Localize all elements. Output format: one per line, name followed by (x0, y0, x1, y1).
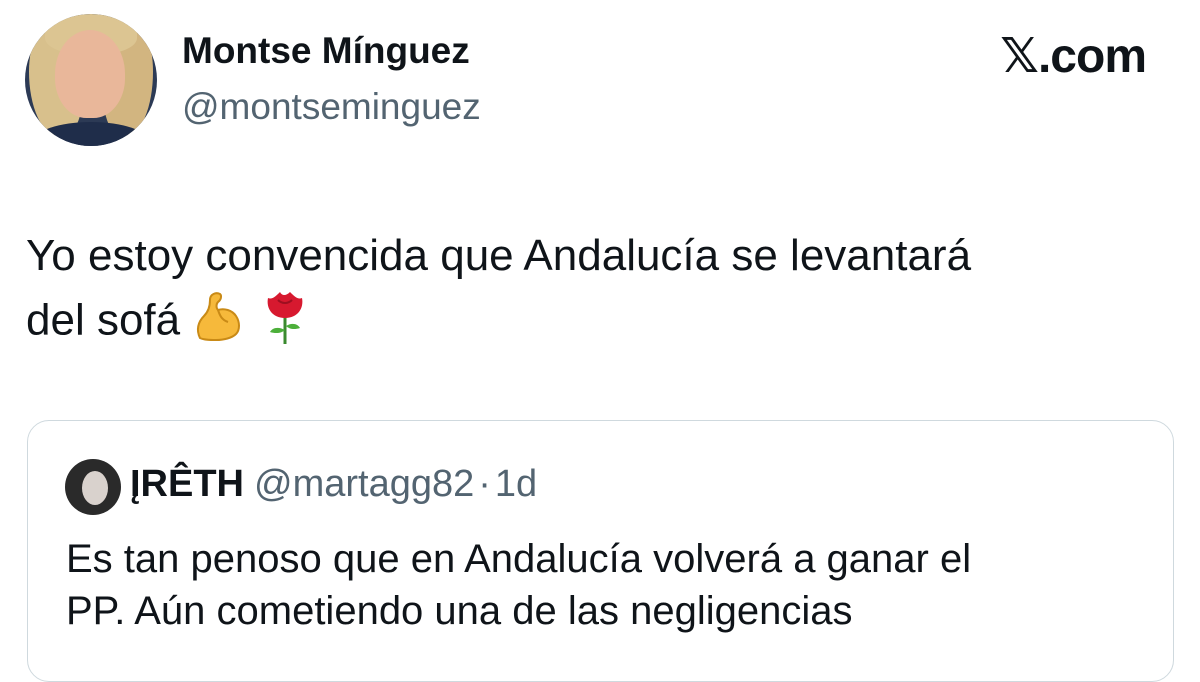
flexed-biceps-icon (190, 286, 248, 360)
x-logo: 𝕏.com (1000, 30, 1147, 83)
quoted-author-handle[interactable]: @martagg82 (254, 463, 474, 505)
quoted-tweet-text-line: PP. Aún cometiendo una de las negligenci… (66, 589, 853, 633)
author-avatar[interactable] (25, 14, 157, 146)
tweet-text-line: Yo estoy convencida que Andalucía se lev… (26, 231, 972, 280)
avatar-face (55, 30, 125, 118)
author-handle[interactable]: @montseminguez (182, 86, 481, 128)
quoted-tweet-text-line: Es tan penoso que en Andalucía volverá a… (66, 537, 972, 581)
quoted-tweet[interactable]: ĮRÊTH @martagg82 · 1d Es tan penoso que en … (27, 420, 1174, 682)
avatar-face (82, 471, 108, 505)
quoted-tweet-text: Es tan penoso que en Andalucía volverá a… (66, 533, 1146, 637)
tweet-text: Yo estoy convencida que Andalucía se lev… (26, 226, 1166, 360)
quoted-author-avatar[interactable] (65, 459, 121, 515)
quoted-tweet-header: ĮRÊTH @martagg82 · 1d (130, 463, 537, 506)
rose-icon (258, 286, 312, 360)
author-display-name[interactable]: Montse Mínguez (182, 30, 470, 72)
tweet-text-line: del sofá (26, 286, 1166, 360)
quoted-tweet-time[interactable]: 1d (495, 463, 537, 505)
header-separator: · (478, 463, 491, 505)
tweet-text-segment: del sofá (26, 295, 181, 345)
quoted-author-display-name[interactable]: ĮRÊTH (130, 463, 244, 505)
